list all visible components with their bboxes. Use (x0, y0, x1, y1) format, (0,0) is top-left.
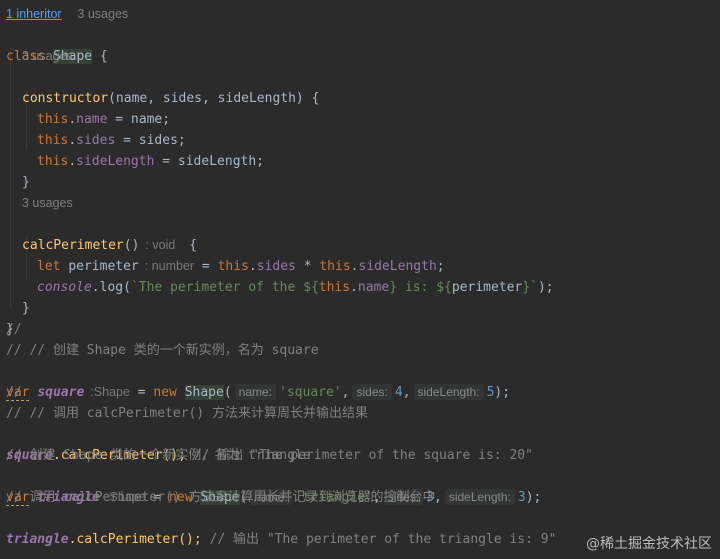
param-hint-sideLength: sideLength: (413, 384, 484, 400)
comment-line: // 调用 calcPerimeter() 方法来计算周长并记录到浏览器的控制台… (6, 490, 436, 505)
code-line: this.sideLength = sideLength; (37, 154, 264, 169)
code-line: this.sides = sides; (37, 133, 186, 148)
comment-line: // 创建 Shape 类的一个新实例，名为 triangle (6, 448, 311, 463)
comment-line: // // 创建 Shape 类的一个新实例，名为 square (6, 343, 319, 358)
comma: , (341, 385, 350, 400)
watermark: @稀土掘金技术社区 (586, 536, 712, 552)
calc-usages[interactable]: 3 usages (22, 193, 73, 214)
comma: , (402, 385, 411, 400)
class-ref[interactable]: Shape (184, 385, 224, 400)
close-paren: ); (525, 490, 542, 505)
close-paren: ); (537, 280, 554, 295)
inheritor-link[interactable]: 1 inheritor (6, 7, 62, 21)
template-string: `The perimeter of the ${ (130, 280, 319, 295)
this-keyword: this (318, 280, 351, 295)
comment-line: // (6, 322, 22, 337)
param-hint-name: name: (234, 384, 277, 400)
console-object[interactable]: console (37, 280, 92, 295)
close-paren: ); (494, 385, 511, 400)
code-line: constructor(name, sides, sideLength) { (22, 67, 319, 106)
code-line: class Shape { (6, 25, 108, 64)
new-keyword: new (153, 385, 177, 400)
close-brace: } (22, 175, 30, 190)
field-sideLength[interactable]: sideLength (76, 154, 154, 169)
usages-label[interactable]: 3 usages (77, 7, 128, 21)
code-line: square.calcPerimeter(); // 输出 "The perim… (6, 424, 533, 463)
template-string: } is: ${ (389, 280, 452, 295)
assign: = sideLength; (154, 154, 264, 169)
field-name[interactable]: name (358, 280, 389, 295)
param-hint-sideLength: sideLength: (444, 489, 515, 505)
ctor-usages[interactable]: 3 usages (22, 46, 73, 67)
inline-comment: // 输出 "The perimeter of the triangle is:… (201, 532, 557, 547)
this-keyword: this (37, 154, 69, 169)
code-line: let perimeter: number = this.sides * thi… (37, 259, 445, 274)
log-call: .log( (91, 280, 131, 295)
comment-line: // // 调用 calcPerimeter() 方法来计算周长并输出结果 (6, 406, 369, 421)
perimeter-var[interactable]: perimeter (452, 280, 522, 295)
open-paren: ( (223, 385, 232, 400)
code-line: } (6, 298, 14, 337)
type-hint: :Shape (90, 385, 130, 399)
code-line: this.name = name; (37, 112, 171, 127)
code-line: calcPerimeter(): void{ (22, 214, 197, 253)
indent-guide (10, 48, 11, 308)
code-line: var square:Shape = new Shape(name:'squar… (6, 361, 510, 401)
brace: { (92, 49, 108, 64)
code-lens-header: 1 inheritor 3 usages (0, 0, 128, 28)
number-arg: 3 (517, 490, 526, 505)
template-string: }` (522, 280, 538, 295)
code-line: var triangle:Shape = new Shape(name:'tri… (6, 466, 541, 506)
square-var[interactable]: square (37, 385, 84, 400)
eq: = (129, 385, 154, 400)
triangle-var[interactable]: triangle (6, 532, 69, 547)
code-line: } (22, 151, 30, 190)
param-hint-sides: sides: (352, 384, 392, 400)
number-arg: 4 (394, 385, 403, 400)
code-line: triangle.calcPerimeter(); // 输出 "The per… (6, 508, 556, 547)
method-call[interactable]: .calcPerimeter(); (69, 532, 202, 547)
code-line: } (22, 277, 30, 316)
comment-line: // (6, 385, 22, 400)
close-brace: } (22, 301, 30, 316)
string-arg: 'square' (279, 385, 342, 400)
code-line: console.log(`The perimeter of the ${this… (37, 280, 554, 295)
